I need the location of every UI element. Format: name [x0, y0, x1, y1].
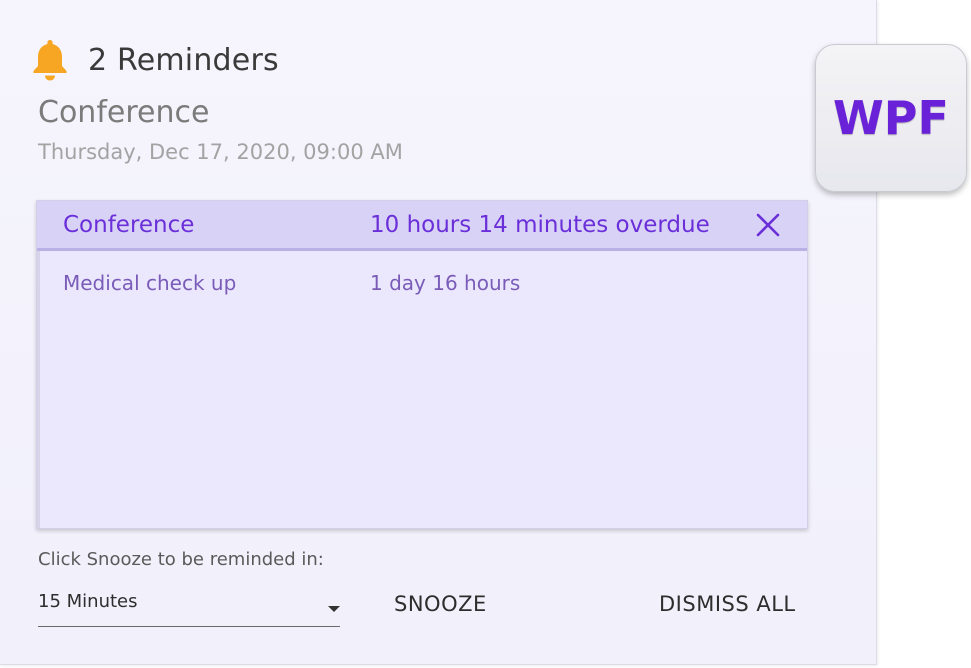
reminder-list[interactable]: Conference 10 hours 14 minutes overdue M…	[36, 200, 808, 529]
reminder-window: 2 Reminders Conference Thursday, Dec 17,…	[0, 0, 877, 665]
snooze-duration-value: 15 Minutes	[38, 591, 138, 612]
current-reminder-subject: Conference	[38, 95, 210, 130]
close-icon[interactable]	[755, 212, 781, 238]
snooze-duration-select[interactable]: 15 Minutes	[38, 588, 340, 627]
snooze-label: Click Snooze to be reminded in:	[38, 549, 324, 570]
bell-icon	[33, 40, 67, 81]
reminder-header: 2 Reminders	[30, 38, 279, 82]
reminder-due-status: 1 day 16 hours	[370, 271, 521, 295]
dismiss-all-button[interactable]: DISMISS ALL	[659, 592, 796, 616]
wpf-badge-text: WPF	[833, 91, 949, 145]
reminder-name: Conference	[63, 211, 195, 238]
snooze-button[interactable]: SNOOZE	[394, 592, 487, 616]
reminder-due-status: 10 hours 14 minutes overdue	[370, 211, 710, 238]
wpf-badge: WPF	[815, 44, 967, 192]
list-item[interactable]: Conference 10 hours 14 minutes overdue	[37, 201, 807, 251]
reminder-count-title: 2 Reminders	[88, 42, 279, 78]
chevron-down-icon[interactable]	[328, 606, 340, 612]
stage: 2 Reminders Conference Thursday, Dec 17,…	[0, 0, 971, 668]
list-item[interactable]: Medical check up 1 day 16 hours	[37, 259, 807, 307]
reminder-name: Medical check up	[63, 271, 237, 295]
current-reminder-datetime: Thursday, Dec 17, 2020, 09:00 AM	[38, 140, 403, 164]
